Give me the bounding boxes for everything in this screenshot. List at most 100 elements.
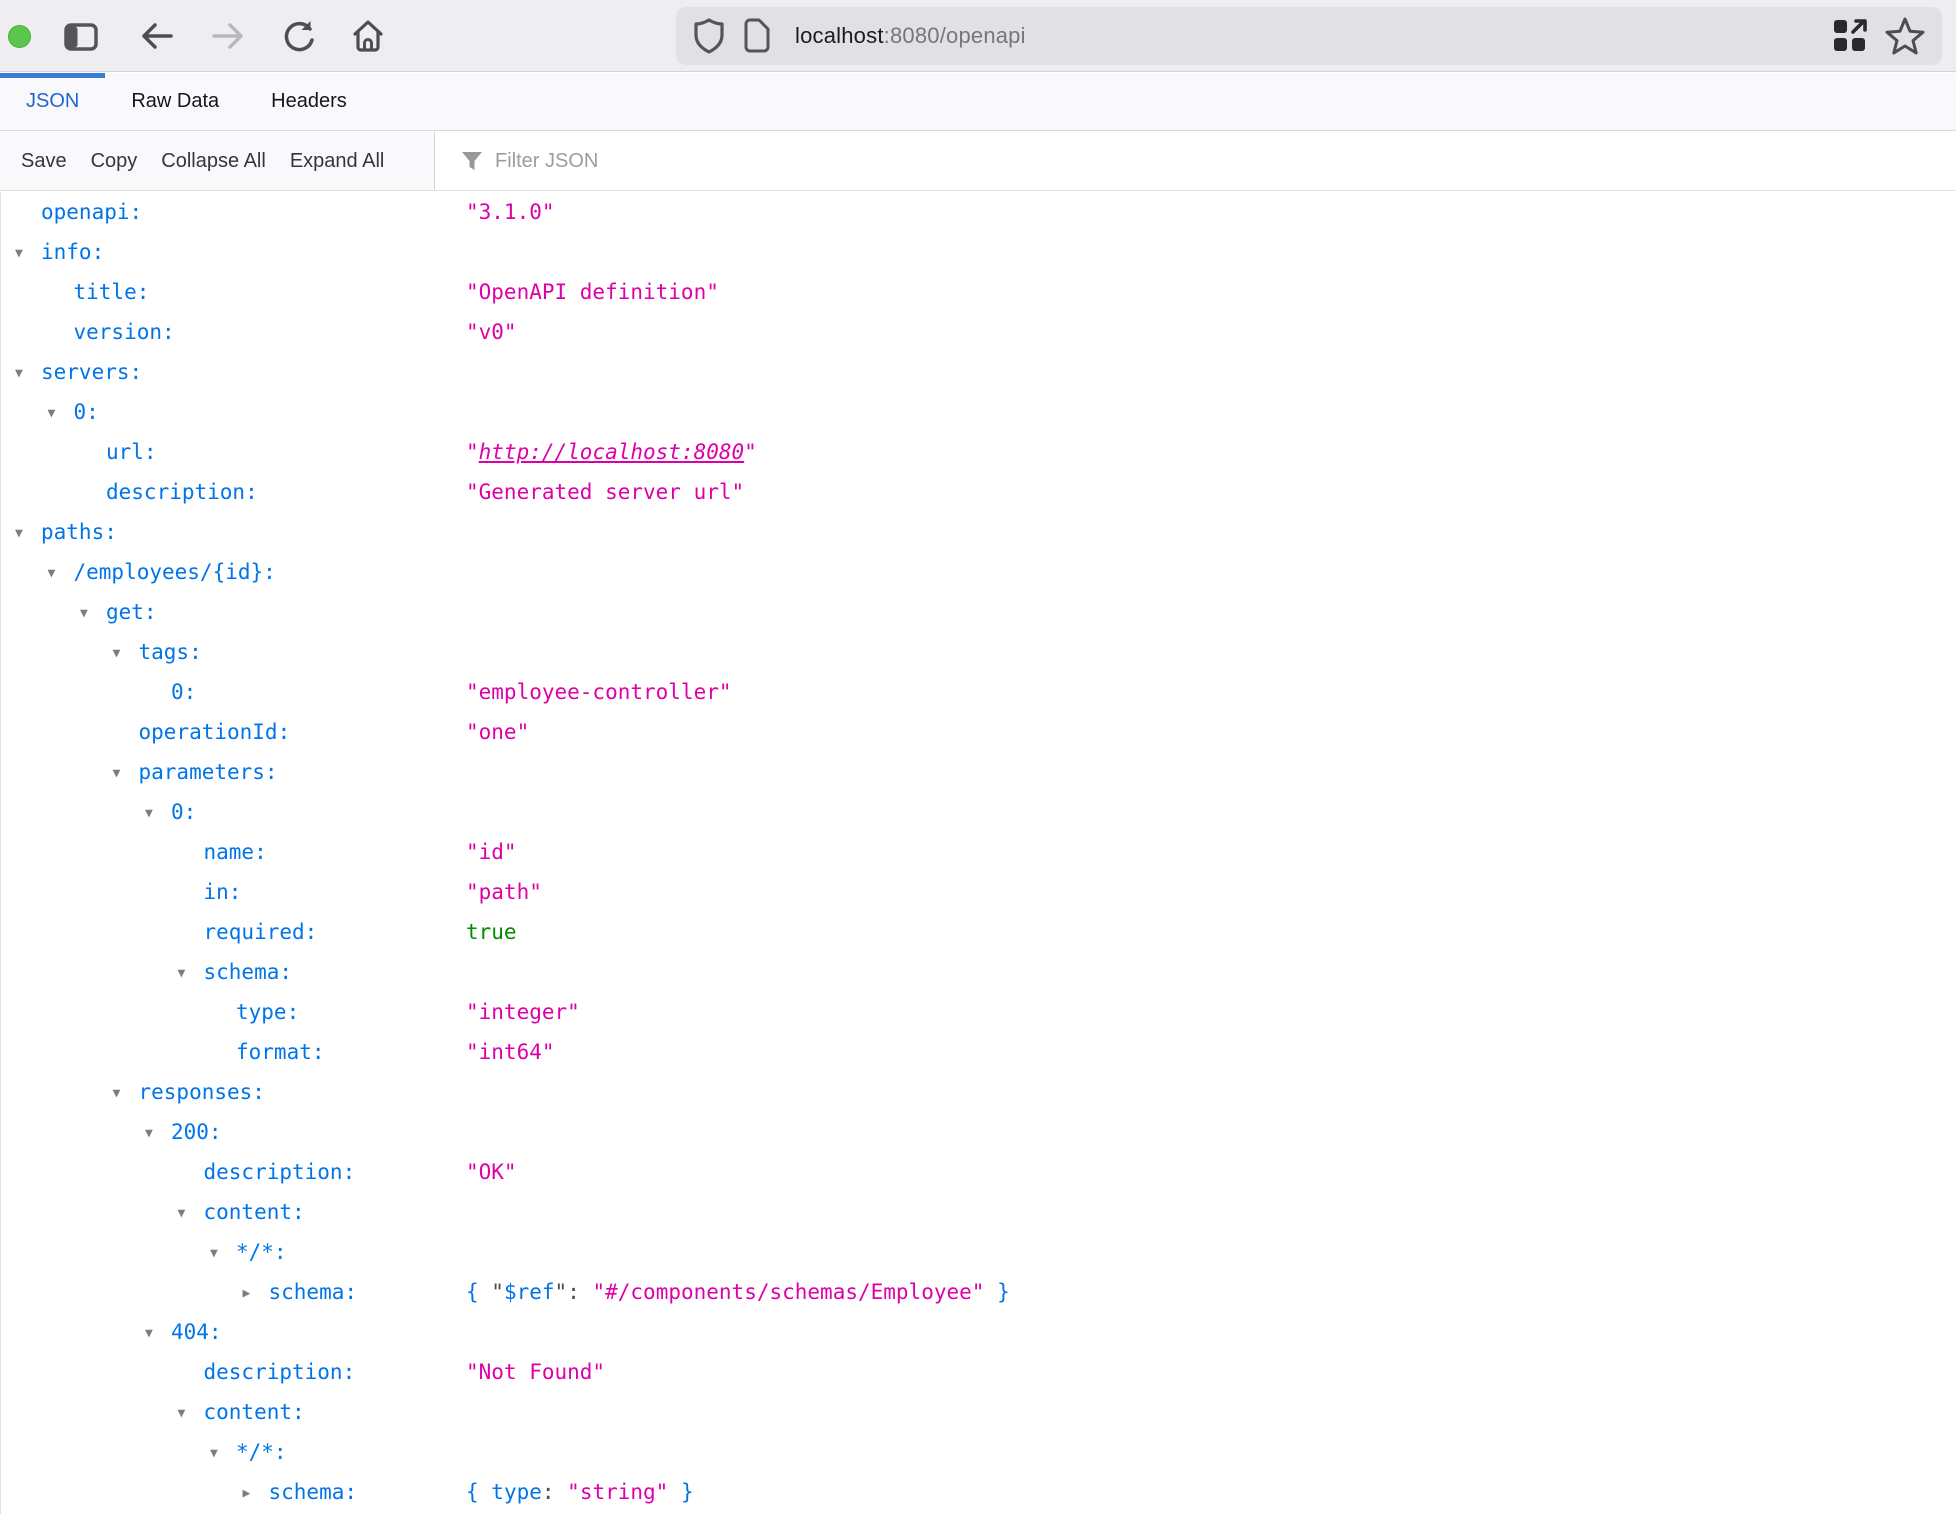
json-tree: openapi:"3.1.0"▼info:title:"OpenAPI defi… (0, 192, 1956, 1514)
url-link[interactable]: http://localhost:8080 (479, 440, 745, 464)
json-key[interactable]: paths: (41, 520, 117, 544)
save-button[interactable]: Save (21, 150, 67, 173)
json-key[interactable]: responses: (139, 1080, 265, 1104)
tree-row[interactable]: ▼404: (1, 1312, 1956, 1352)
expander-icon[interactable]: ▼ (178, 954, 204, 994)
expander-icon[interactable]: ▼ (145, 794, 171, 834)
json-value[interactable]: "http://localhost:8080" (466, 432, 757, 472)
tree-row[interactable]: ▼*/*: (1, 1232, 1956, 1272)
expander-icon[interactable]: ▼ (113, 1074, 139, 1114)
expander-icon[interactable]: ▼ (48, 394, 74, 434)
json-key[interactable]: tags: (139, 640, 202, 664)
tree-row[interactable]: ▼schema: (1, 952, 1956, 992)
json-value: "OK" (466, 1152, 517, 1192)
json-key[interactable]: */*: (236, 1240, 287, 1264)
tree-row[interactable]: ▼0: (1, 392, 1956, 432)
json-key[interactable]: 200: (171, 1120, 222, 1144)
tab-json[interactable]: JSON (0, 73, 105, 130)
json-value: "Not Found" (466, 1352, 605, 1392)
tab-raw-data-label: Raw Data (131, 90, 219, 113)
json-key[interactable]: content: (204, 1200, 305, 1224)
url-bar[interactable]: localhost:8080/openapi (676, 7, 1942, 65)
tree-row[interactable]: ▶schema:{ type: "string" } (1, 1472, 1956, 1512)
tree-row[interactable]: ▼content: (1, 1392, 1956, 1432)
filter-json-input[interactable] (495, 150, 915, 173)
tree-row[interactable]: ▼0: (1, 792, 1956, 832)
json-key[interactable]: schema: (269, 1280, 358, 1304)
tab-raw-data[interactable]: Raw Data (105, 73, 245, 130)
expander-icon[interactable]: ▶ (243, 1274, 269, 1314)
tree-row[interactable]: ▼paths: (1, 512, 1956, 552)
expand-all-button[interactable]: Expand All (290, 150, 385, 173)
tree-row[interactable]: ▼content: (1, 1192, 1956, 1232)
tree-row[interactable]: ▼*/*: (1, 1432, 1956, 1472)
json-key[interactable]: */*: (236, 1440, 287, 1464)
json-value: "one" (466, 712, 529, 752)
tree-row[interactable]: ▼tags: (1, 632, 1956, 672)
expander-icon[interactable]: ▼ (178, 1194, 204, 1234)
json-key: in: (204, 880, 242, 904)
tree-row[interactable]: ▼responses: (1, 1072, 1956, 1112)
json-key[interactable]: 0: (74, 400, 99, 424)
quote: " (744, 440, 757, 464)
page-info-icon[interactable] (743, 18, 771, 54)
expander-icon[interactable]: ▶ (243, 1474, 269, 1514)
tree-row[interactable]: ▼get: (1, 592, 1956, 632)
tree-row: in: "path" (1, 872, 1956, 912)
url-path: :8080/openapi (884, 23, 1026, 48)
expander-icon[interactable]: ▼ (145, 1314, 171, 1354)
funnel-icon (460, 149, 484, 173)
expander-icon[interactable]: ▼ (80, 594, 106, 634)
json-value: "path" (466, 872, 542, 912)
expander-icon[interactable]: ▼ (15, 354, 41, 394)
expander-icon[interactable]: ▼ (48, 554, 74, 594)
json-key[interactable]: servers: (41, 360, 142, 384)
preview-segment: : (542, 1480, 567, 1504)
expander-icon[interactable]: ▼ (15, 234, 41, 274)
tree-row[interactable]: ▼parameters: (1, 752, 1956, 792)
home-icon[interactable] (350, 18, 386, 54)
collapse-all-button[interactable]: Collapse All (161, 150, 266, 173)
expander-icon[interactable]: ▼ (210, 1234, 236, 1274)
json-key[interactable]: get: (106, 600, 157, 624)
tree-row[interactable]: ▼/employees/{id}: (1, 552, 1956, 592)
expander-icon[interactable]: ▼ (113, 634, 139, 674)
json-key: description: (106, 480, 258, 504)
tree-row[interactable]: ▼200: (1, 1112, 1956, 1152)
expander-icon[interactable]: ▼ (178, 1394, 204, 1434)
preview-segment: "#/components/schemas/Employee" (592, 1280, 984, 1304)
json-key: format: (236, 1040, 325, 1064)
browser-window: localhost:8080/openapi (0, 0, 1956, 1514)
tree-row[interactable]: ▼servers: (1, 352, 1956, 392)
shield-icon[interactable] (693, 17, 725, 55)
tree-row[interactable]: ▼info: (1, 232, 1956, 272)
json-key[interactable]: 0: (171, 800, 196, 824)
json-key[interactable]: 404: (171, 1320, 222, 1344)
json-key[interactable]: content: (204, 1400, 305, 1424)
json-key[interactable]: info: (41, 240, 104, 264)
json-value: { "$ref": "#/components/schemas/Employee… (466, 1272, 1010, 1312)
expander-icon[interactable]: ▼ (145, 1114, 171, 1154)
copy-button[interactable]: Copy (91, 150, 138, 173)
tab-headers[interactable]: Headers (245, 73, 373, 130)
json-key[interactable]: schema: (269, 1480, 358, 1504)
json-key: type: (236, 1000, 299, 1024)
expander-icon[interactable]: ▼ (15, 514, 41, 554)
preview-segment: } (984, 1280, 1009, 1304)
json-key[interactable]: parameters: (139, 760, 278, 784)
reload-icon[interactable] (283, 19, 315, 53)
back-icon[interactable] (140, 20, 174, 52)
window-control-green[interactable] (8, 25, 31, 48)
expander-icon[interactable]: ▼ (210, 1434, 236, 1474)
preview-segment: { (466, 1480, 491, 1504)
tree-row[interactable]: ▶schema: { "$ref": "#/components/schemas/… (1, 1272, 1956, 1312)
bookmark-star-icon[interactable] (1884, 16, 1926, 56)
json-key[interactable]: schema: (204, 960, 293, 984)
sidebar-toggle-icon[interactable] (64, 23, 98, 51)
url-text[interactable]: localhost:8080/openapi (795, 23, 1026, 49)
expander-icon[interactable]: ▼ (113, 754, 139, 794)
json-key[interactable]: /employees/{id}: (74, 560, 276, 584)
preview-segment: "string" (567, 1480, 668, 1504)
tab-json-label: JSON (26, 90, 79, 113)
grid-expand-icon[interactable] (1832, 18, 1868, 54)
